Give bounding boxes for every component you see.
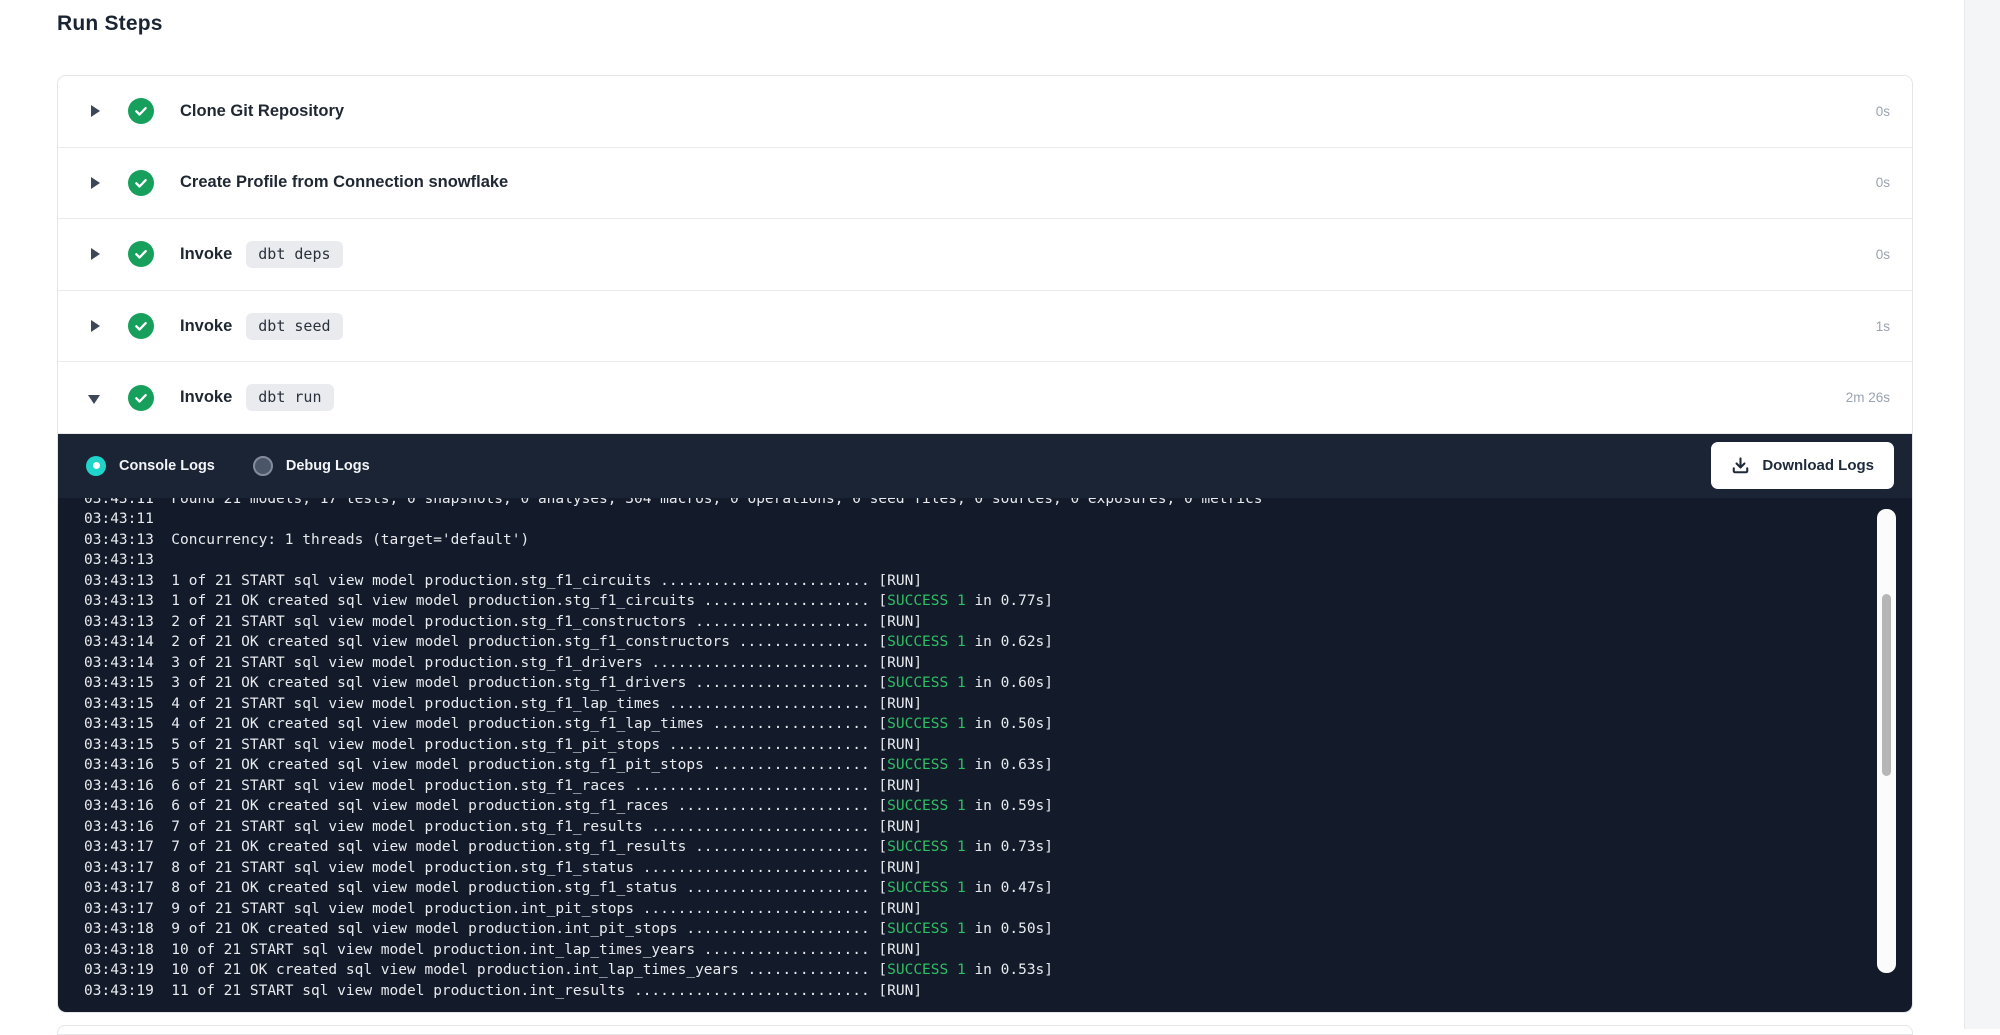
success-check-icon bbox=[128, 385, 154, 411]
chevron-right-icon[interactable] bbox=[88, 247, 102, 261]
step-row-create-profile[interactable]: Create Profile from Connection snowflake… bbox=[58, 148, 1912, 220]
success-check-icon bbox=[128, 98, 154, 124]
log-success-text: SUCCESS 1 bbox=[887, 798, 966, 814]
log-success-text: SUCCESS 1 bbox=[887, 921, 966, 937]
log-line: 03:43:11 Found 21 models, 17 tests, 0 sn… bbox=[84, 498, 1912, 510]
log-line: 03:43:14 2 of 21 OK created sql view mod… bbox=[84, 632, 1912, 653]
log-line: 03:43:13 1 of 21 OK created sql view mod… bbox=[84, 591, 1912, 612]
log-line: 03:43:13 2 of 21 START sql view model pr… bbox=[84, 612, 1912, 633]
step-duration: 1s bbox=[1876, 319, 1890, 334]
log-line: 03:43:16 5 of 21 OK created sql view mod… bbox=[84, 755, 1912, 776]
success-check-icon bbox=[128, 313, 154, 339]
chevron-down-icon[interactable] bbox=[88, 391, 102, 405]
code-badge: dbt run bbox=[246, 384, 333, 411]
logs-toolbar: Console Logs Debug Logs Download Logs bbox=[58, 434, 1912, 498]
log-line: 03:43:15 4 of 21 OK created sql view mod… bbox=[84, 714, 1912, 735]
step-label: Invoke bbox=[180, 245, 232, 264]
log-success-text: SUCCESS 1 bbox=[887, 757, 966, 773]
log-line: 03:43:17 8 of 21 START sql view model pr… bbox=[84, 858, 1912, 879]
download-logs-button[interactable]: Download Logs bbox=[1711, 442, 1894, 489]
log-success-text: SUCCESS 1 bbox=[887, 675, 966, 691]
log-line: 03:43:18 9 of 21 OK created sql view mod… bbox=[84, 919, 1912, 940]
log-line: 03:43:19 10 of 21 OK created sql view mo… bbox=[84, 960, 1912, 981]
console-logs-label: Console Logs bbox=[119, 458, 215, 474]
log-line: 03:43:19 11 of 21 START sql view model p… bbox=[84, 981, 1912, 1002]
chevron-right-icon[interactable] bbox=[88, 176, 102, 190]
code-badge: dbt seed bbox=[246, 313, 342, 340]
log-line: 03:43:17 9 of 21 START sql view model pr… bbox=[84, 899, 1912, 920]
run-steps-page: Run Steps Clone Git Repository 0s Create… bbox=[0, 0, 2000, 1029]
log-scrollbar-thumb[interactable] bbox=[1882, 594, 1891, 776]
chevron-right-icon[interactable] bbox=[88, 319, 102, 333]
log-line: 03:43:13 bbox=[84, 550, 1912, 571]
log-success-text: SUCCESS 1 bbox=[887, 593, 966, 609]
step-label: Create Profile from Connection snowflake bbox=[180, 173, 508, 192]
log-line: 03:43:17 8 of 21 OK created sql view mod… bbox=[84, 878, 1912, 899]
log-success-text: SUCCESS 1 bbox=[887, 716, 966, 732]
step-duration: 0s bbox=[1876, 247, 1890, 262]
step-row-invoke-dbt-seed[interactable]: Invoke dbt seed 1s bbox=[58, 291, 1912, 363]
step-duration: 0s bbox=[1876, 175, 1890, 190]
logs-panel: Console Logs Debug Logs Download Logs bbox=[58, 434, 1912, 1012]
log-success-text: SUCCESS 1 bbox=[887, 880, 966, 896]
step-label: Invoke bbox=[180, 317, 232, 336]
step-row-invoke-dbt-run[interactable]: Invoke dbt run 2m 26s bbox=[58, 362, 1912, 434]
log-lines: 03:43:11 Found 21 models, 17 tests, 0 sn… bbox=[84, 498, 1912, 1002]
log-line: 03:43:16 6 of 21 OK created sql view mod… bbox=[84, 796, 1912, 817]
log-line: 03:43:15 5 of 21 START sql view model pr… bbox=[84, 735, 1912, 756]
log-line: 03:43:13 1 of 21 START sql view model pr… bbox=[84, 571, 1912, 592]
log-line: 03:43:16 6 of 21 START sql view model pr… bbox=[84, 776, 1912, 797]
log-line: 03:43:18 10 of 21 START sql view model p… bbox=[84, 940, 1912, 961]
code-badge: dbt deps bbox=[246, 241, 342, 268]
console-logs-radio[interactable]: Console Logs bbox=[86, 456, 215, 476]
success-check-icon bbox=[128, 170, 154, 196]
debug-logs-radio[interactable]: Debug Logs bbox=[253, 456, 370, 476]
log-scrollbar[interactable] bbox=[1877, 509, 1896, 973]
run-steps-card: Clone Git Repository 0s Create Profile f… bbox=[57, 75, 1913, 1013]
step-label: Clone Git Repository bbox=[180, 102, 344, 121]
debug-logs-label: Debug Logs bbox=[286, 458, 370, 474]
next-step-card-edge bbox=[57, 1025, 1913, 1035]
page-right-gutter bbox=[1964, 0, 2000, 1029]
step-duration: 0s bbox=[1876, 104, 1890, 119]
radio-unselected-icon[interactable] bbox=[253, 456, 273, 476]
log-success-text: SUCCESS 1 bbox=[887, 839, 966, 855]
log-line: 03:43:13 Concurrency: 1 threads (target=… bbox=[84, 530, 1912, 551]
page-title: Run Steps bbox=[57, 12, 163, 36]
chevron-right-icon[interactable] bbox=[88, 104, 102, 118]
download-logs-label: Download Logs bbox=[1762, 457, 1874, 474]
log-line: 03:43:11 bbox=[84, 509, 1912, 530]
log-success-text: SUCCESS 1 bbox=[887, 634, 966, 650]
success-check-icon bbox=[128, 241, 154, 267]
log-line: 03:43:17 7 of 21 OK created sql view mod… bbox=[84, 837, 1912, 858]
log-viewport[interactable]: 03:43:11 Found 21 models, 17 tests, 0 sn… bbox=[58, 498, 1912, 1012]
step-label: Invoke bbox=[180, 388, 232, 407]
log-line: 03:43:14 3 of 21 START sql view model pr… bbox=[84, 653, 1912, 674]
step-row-clone-git-repository[interactable]: Clone Git Repository 0s bbox=[58, 76, 1912, 148]
radio-selected-icon[interactable] bbox=[86, 456, 106, 476]
step-row-invoke-dbt-deps[interactable]: Invoke dbt deps 0s bbox=[58, 219, 1912, 291]
log-line: 03:43:15 4 of 21 START sql view model pr… bbox=[84, 694, 1912, 715]
log-line: 03:43:15 3 of 21 OK created sql view mod… bbox=[84, 673, 1912, 694]
download-icon bbox=[1731, 456, 1750, 475]
step-duration: 2m 26s bbox=[1846, 390, 1890, 405]
log-line: 03:43:16 7 of 21 START sql view model pr… bbox=[84, 817, 1912, 838]
log-success-text: SUCCESS 1 bbox=[887, 962, 966, 978]
